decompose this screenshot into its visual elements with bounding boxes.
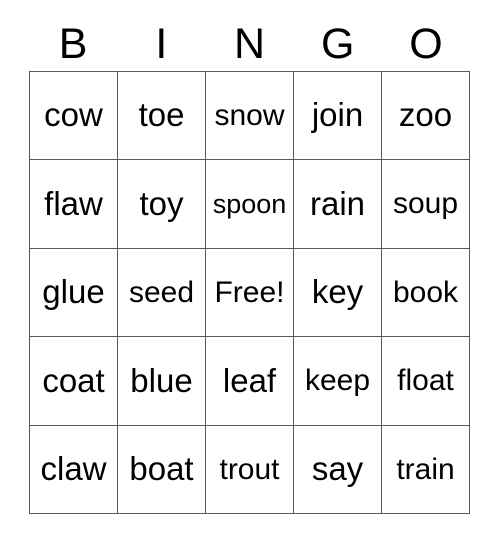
bingo-grid: cow toe snow join zoo flaw toy spoon rai…: [29, 71, 470, 514]
bingo-cell[interactable]: coat: [30, 337, 118, 426]
bingo-cell-label: key: [311, 273, 364, 311]
bingo-cell-label: rain: [309, 184, 366, 222]
bingo-cell-label: cow: [44, 96, 103, 134]
bingo-cell-label: toy: [139, 184, 184, 222]
bingo-cell-label: zoo: [398, 96, 453, 134]
bingo-cell[interactable]: snow: [206, 72, 294, 161]
bingo-cell-label: train: [396, 452, 455, 486]
bingo-header-letter-i: I: [155, 20, 168, 68]
bingo-header-letter-o: O: [409, 20, 443, 68]
bingo-cell-label: glue: [42, 273, 105, 311]
bingo-cell[interactable]: toy: [118, 160, 206, 249]
bingo-cell-label: blue: [130, 361, 193, 399]
bingo-cell-label: leaf: [222, 361, 277, 399]
bingo-cell[interactable]: soup: [382, 160, 470, 249]
bingo-cell-label: book: [392, 275, 459, 309]
bingo-cell[interactable]: book: [382, 248, 470, 338]
bingo-cell[interactable]: train: [382, 425, 470, 514]
bingo-cell[interactable]: trout: [206, 425, 294, 514]
bingo-header-letter-g: G: [320, 20, 355, 68]
bingo-cell-label: seed: [128, 275, 195, 309]
bingo-cell-label: say: [311, 449, 364, 487]
bingo-cell-label: toe: [138, 96, 185, 134]
bingo-header-letter-b: B: [58, 20, 88, 68]
bingo-header-letter-n: N: [233, 20, 266, 68]
bingo-cell-label: spoon: [212, 188, 287, 219]
bingo-cell-label: soup: [392, 187, 459, 221]
bingo-cell[interactable]: rain: [294, 160, 382, 249]
bingo-free-space-label: Free!: [214, 275, 285, 309]
bingo-cell[interactable]: boat: [118, 425, 206, 514]
bingo-cell-label: float: [397, 364, 454, 398]
bingo-cell-label: keep: [304, 364, 371, 398]
bingo-cell[interactable]: glue: [30, 248, 118, 338]
bingo-cell[interactable]: zoo: [382, 72, 470, 161]
bingo-cell[interactable]: key: [294, 248, 382, 338]
bingo-cell-label: coat: [42, 361, 105, 399]
bingo-cell-free-space[interactable]: Free!: [206, 248, 294, 338]
bingo-cell[interactable]: blue: [118, 337, 206, 426]
bingo-cell[interactable]: seed: [118, 248, 206, 338]
bingo-cell-label: flaw: [44, 184, 103, 222]
bingo-cell-label: trout: [219, 452, 280, 486]
bingo-cell[interactable]: leaf: [206, 337, 294, 426]
bingo-cell[interactable]: join: [294, 72, 382, 161]
bingo-cell[interactable]: spoon: [206, 160, 294, 249]
bingo-cell[interactable]: flaw: [30, 160, 118, 249]
bingo-card: B I N G O cow toe snow join zoo flaw toy…: [0, 0, 500, 544]
bingo-cell-label: snow: [214, 98, 285, 132]
bingo-cell-label: boat: [129, 449, 194, 487]
bingo-cell[interactable]: float: [382, 337, 470, 426]
bingo-cell[interactable]: toe: [118, 72, 206, 161]
bingo-cell[interactable]: say: [294, 425, 382, 514]
bingo-cell[interactable]: cow: [30, 72, 118, 161]
bingo-header-row: B I N G O: [29, 18, 470, 71]
bingo-cell[interactable]: keep: [294, 337, 382, 426]
bingo-cell-label: join: [311, 96, 364, 134]
bingo-cell[interactable]: claw: [30, 425, 118, 514]
bingo-cell-label: claw: [40, 449, 107, 487]
